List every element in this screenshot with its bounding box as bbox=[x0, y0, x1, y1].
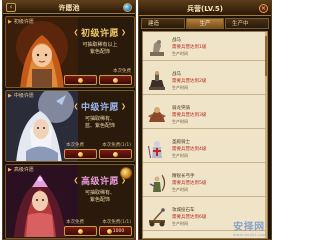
coin-icon bbox=[113, 151, 118, 157]
pool-tag: ▶ 中级许愿 bbox=[8, 92, 34, 100]
chevron-left-icon: ❮ bbox=[73, 29, 79, 36]
tab-producing[interactable]: 生产中 bbox=[225, 18, 269, 29]
unit-requirement: 需要兵营达到4级 bbox=[172, 147, 207, 152]
list-item[interactable]: 骑龙突骑 需要兵营达到3级 生产时间 bbox=[143, 102, 267, 129]
draw-ten-button[interactable] bbox=[99, 75, 132, 85]
scrollbar[interactable] bbox=[265, 32, 267, 238]
coin-icon bbox=[78, 77, 83, 83]
chevron-right-icon: ❯ bbox=[121, 103, 127, 110]
pool-buttons bbox=[64, 149, 132, 159]
chevron-left-icon: ❮ bbox=[73, 177, 79, 184]
unit-list[interactable]: 战马 需要兵营达到1级 生产时间 战马 需要兵营达到2级 生产时间 骑龙突骑 需… bbox=[142, 31, 268, 239]
chevron-right-icon: ❯ bbox=[121, 29, 127, 36]
longbow-archer-icon bbox=[149, 174, 166, 192]
free-status: 本次免费 bbox=[113, 69, 131, 74]
scrollbar-thumb[interactable] bbox=[265, 36, 267, 76]
pool-info: ❮ 初级许愿 ❯ 可抽取稀有以上 紫色配饰 bbox=[69, 26, 131, 56]
unit-name: 精锐长弓手 bbox=[172, 174, 195, 179]
list-item[interactable]: 战马 需要兵营达到1级 生产时间 bbox=[143, 34, 267, 61]
horse-statue-icon bbox=[150, 40, 164, 56]
unit-requirement: 需要兵营达到6级 bbox=[172, 215, 207, 220]
unit-name: 圣殿骑士 bbox=[172, 140, 190, 145]
coin-icon bbox=[78, 228, 83, 234]
pool-buttons bbox=[64, 75, 132, 85]
unit-name: 战马 bbox=[172, 38, 181, 43]
pool-card-advanced[interactable]: ▶ 高级许愿 ❮ 高级许愿 ❯ 可抽取稀有、 紫色配饰 本次免费 本次免费(1/1) 1… bbox=[5, 164, 135, 239]
unit-time: 生产时间 bbox=[172, 153, 188, 158]
free-status-left: 本次免费 bbox=[66, 220, 84, 225]
draw-ten-button[interactable] bbox=[99, 149, 132, 159]
pool-tag: ▶ 高级许愿 bbox=[8, 166, 34, 174]
unit-requirement: 需要兵营达到2级 bbox=[172, 79, 207, 84]
list-item[interactable]: 战马 需要兵营达到2级 生产时间 bbox=[143, 68, 267, 95]
mounted-unit-icon bbox=[149, 71, 165, 90]
vip-badge-icon bbox=[120, 167, 132, 179]
free-status: 本次免费(1/1) bbox=[102, 220, 131, 225]
gem-icon[interactable] bbox=[123, 3, 132, 12]
unit-time: 生产时间 bbox=[172, 221, 188, 226]
draw-once-button[interactable] bbox=[64, 149, 97, 159]
barracks-panel: 兵营(LV.5) × 建造 生产 生产中 战马 需要兵营达到1级 生产时间 战马… bbox=[138, 0, 272, 240]
pool-desc: 可抽取稀有以上 紫色配饰 bbox=[82, 42, 118, 55]
triangle-icon: ▶ bbox=[8, 18, 12, 25]
draw-once-button[interactable] bbox=[64, 226, 97, 236]
watermark-logo: 安择网 www.anzhi.com bbox=[233, 222, 267, 237]
unit-name: 战马 bbox=[172, 72, 181, 77]
pool-name: ❮ 中级许愿 ❯ bbox=[73, 103, 127, 113]
coin-icon bbox=[113, 77, 118, 83]
unit-time: 生产时间 bbox=[172, 187, 188, 192]
draw-ten-button[interactable]: 1000 bbox=[99, 226, 132, 236]
list-item[interactable]: 圣殿骑士 需要兵营达到4级 生产时间 bbox=[143, 136, 267, 163]
unit-time: 生产时间 bbox=[172, 85, 188, 90]
free-status: 本次免费(1/1) bbox=[102, 143, 131, 148]
unit-requirement: 需要兵营达到5级 bbox=[172, 181, 207, 186]
unit-requirement: 需要兵营达到1级 bbox=[172, 45, 207, 50]
panel-title: 许愿池 bbox=[58, 4, 80, 12]
tab-build[interactable]: 建造 bbox=[141, 18, 185, 29]
triangle-icon: ▶ bbox=[8, 166, 12, 173]
price-label: 1000 bbox=[112, 228, 125, 234]
pool-desc: 可抽取稀有、 蓝、紫色配饰 bbox=[84, 116, 115, 129]
close-icon[interactable]: × bbox=[259, 4, 268, 13]
chevron-left-icon: ❮ bbox=[73, 103, 79, 110]
unit-name: 攻城投石车 bbox=[172, 208, 195, 213]
draw-once-button[interactable] bbox=[64, 75, 97, 85]
catapult-icon bbox=[149, 208, 165, 227]
unit-time: 生产时间 bbox=[172, 119, 188, 124]
panel-title: 兵营(LV.5) bbox=[187, 5, 223, 13]
unit-name: 骑龙突骑 bbox=[172, 106, 190, 111]
free-status-left: 本次免费 bbox=[66, 143, 84, 148]
coin-icon bbox=[106, 228, 112, 234]
pool-card-medium[interactable]: ▶ 中级许愿 ❮ 中级许愿 ❯ 可抽取稀有、 蓝、紫色配饰 本次免费 本次免费(1/1) bbox=[5, 90, 135, 162]
wish-pool-header: ‹ 许愿池 bbox=[3, 1, 135, 14]
list-item[interactable]: 精锐长弓手 需要兵营达到5级 生产时间 bbox=[143, 170, 267, 197]
wish-pool-panel: ‹ 许愿池 ▶初级许愿 ❮初级许愿❯ 可抽取稀有以上紫色配饰 本次免费 bbox=[2, 0, 136, 240]
unit-requirement: 需要兵营达到3级 bbox=[172, 113, 207, 118]
pool-tag: ▶ 初级许愿 bbox=[8, 18, 34, 26]
pool-buttons: 1000 bbox=[64, 226, 132, 236]
unit-time: 生产时间 bbox=[172, 51, 188, 56]
tab-produce[interactable]: 生产 bbox=[186, 18, 224, 29]
dragon-rider-icon bbox=[148, 107, 166, 122]
pool-desc: 可抽取稀有、 紫色配饰 bbox=[84, 190, 115, 203]
pool-card-basic[interactable]: ▶ 初级许愿 ❮ 初级许愿 ❯ 可抽取稀有以上 紫色配饰 本次免费 bbox=[5, 16, 135, 88]
pool-name: ❮ 初级许愿 ❯ bbox=[73, 29, 127, 39]
pool-info: ❮ 中级许愿 ❯ 可抽取稀有、 蓝、紫色配饰 bbox=[69, 100, 131, 130]
coin-icon bbox=[78, 151, 83, 157]
tab-bar: 建造 生产 生产中 bbox=[141, 18, 269, 29]
barracks-header: 兵营(LV.5) × bbox=[139, 1, 271, 16]
templar-knight-icon bbox=[148, 141, 162, 158]
pool-info: ❮ 高级许愿 ❯ 可抽取稀有、 紫色配饰 bbox=[69, 174, 131, 204]
triangle-icon: ▶ bbox=[8, 92, 12, 99]
